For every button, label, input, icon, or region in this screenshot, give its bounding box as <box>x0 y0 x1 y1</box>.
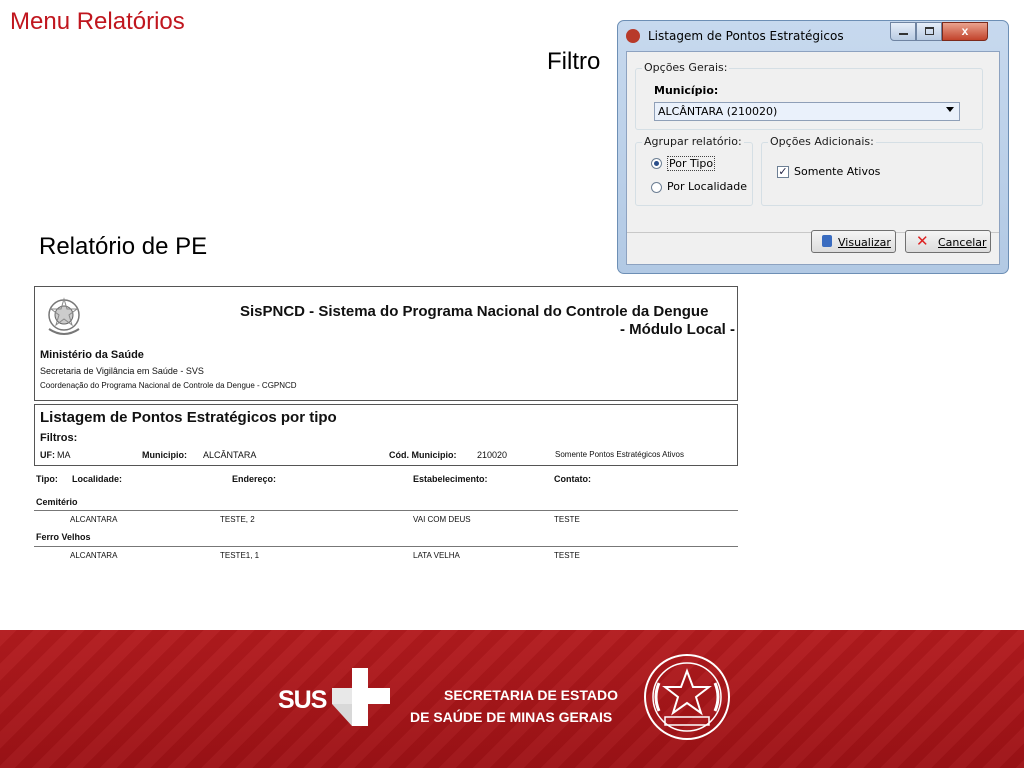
municipio-label: Município: <box>654 84 719 97</box>
secretaria-label: Secretaria de Vigilância em Saúde - SVS <box>40 366 204 376</box>
sus-cross-icon <box>332 668 390 726</box>
cod-municipio-label: Cód. Municipio: <box>389 450 457 460</box>
ministerio-label: Ministério da Saúde <box>40 349 144 361</box>
radio-por-tipo[interactable] <box>651 158 662 169</box>
relatorio-caption: Relatório de PE <box>39 233 208 260</box>
sus-logo-text: SUS <box>278 686 327 714</box>
agrupar-group: Agrupar relatório: <box>635 135 753 206</box>
group-tipo: Ferro Velhos <box>36 532 91 542</box>
radio-por-localidade-label[interactable]: Por Localidade <box>667 180 747 193</box>
app-icon <box>626 29 640 43</box>
system-title-line2: - Módulo Local - <box>620 321 735 338</box>
group-tipo: Cemitério <box>36 497 78 507</box>
agrupar-legend: Agrupar relatório: <box>642 135 744 148</box>
col-endereco: Endereço: <box>232 474 277 484</box>
table-cell-contato: TESTE <box>554 551 580 560</box>
municipio-filter-value: ALCÂNTARA <box>203 450 257 460</box>
cancelar-button[interactable]: ✕ Cancelar <box>905 230 991 253</box>
dialog-client-area: Opções Gerais: Município: ALCÂNTARA (210… <box>626 51 1000 265</box>
table-cell-endereco: TESTE, 2 <box>220 515 255 524</box>
chevron-down-icon[interactable] <box>946 107 954 112</box>
footer-banner: SUS SECRETARIA DE ESTADO DE SAÚDE DE MIN… <box>0 630 1024 768</box>
municipio-filter-label: Municipio: <box>142 450 187 460</box>
slide-title: Menu Relatórios <box>10 8 185 35</box>
somente-ativos-label[interactable]: Somente Ativos <box>794 165 880 178</box>
radio-por-tipo-label[interactable]: Por Tipo <box>667 156 716 171</box>
col-estabelecimento: Estabelecimento: <box>413 474 488 484</box>
filtros-label: Filtros: <box>40 432 78 444</box>
municipio-select[interactable]: ALCÂNTARA (210020) <box>654 102 960 121</box>
cancelar-label: Cancelar <box>938 236 987 249</box>
brazil-emblem-icon <box>48 297 80 335</box>
minimize-icon <box>899 33 908 35</box>
opcoes-adicionais-legend: Opções Adicionais: <box>768 135 876 148</box>
uf-value: MA <box>57 450 71 460</box>
dialog-titlebar[interactable]: Listagem de Pontos Estratégicos x <box>618 21 1008 51</box>
opcoes-gerais-legend: Opções Gerais: <box>642 61 730 74</box>
dialog-title: Listagem de Pontos Estratégicos <box>648 29 844 43</box>
close-button[interactable]: x <box>942 22 988 41</box>
close-icon: x <box>961 24 969 38</box>
group-divider <box>34 546 738 547</box>
maximize-icon <box>925 27 934 35</box>
somente-ativos-filter: Somente Pontos Estratégicos Ativos <box>555 450 684 459</box>
cancel-icon: ✕ <box>916 232 929 250</box>
table-cell-localidade: ALCANTARA <box>70 515 118 524</box>
radio-por-localidade[interactable] <box>651 182 662 193</box>
report-header-box: SisPNCD - Sistema do Programa Nacional d… <box>34 286 738 401</box>
col-localidade: Localidade: <box>72 474 123 484</box>
secretaria-line2: DE SAÚDE DE MINAS GERAIS <box>410 709 613 725</box>
visualizar-label: Visualizar <box>838 236 891 249</box>
maximize-button[interactable] <box>916 22 942 41</box>
table-cell-endereco: TESTE1, 1 <box>220 551 260 560</box>
coordenacao-label: Coordenação do Programa Nacional de Cont… <box>40 381 297 390</box>
secretaria-line1: SECRETARIA DE ESTADO <box>444 687 618 703</box>
group-divider <box>34 510 738 511</box>
report-filter-box: Listagem de Pontos Estratégicos por tipo… <box>34 404 738 466</box>
minas-gerais-seal-icon <box>644 654 730 740</box>
col-contato: Contato: <box>554 474 591 484</box>
table-cell-contato: TESTE <box>554 515 580 524</box>
table-cell-estabelecimento: VAI COM DEUS <box>413 515 471 524</box>
table-cell-estabelecimento: LATA VELHA <box>413 551 460 560</box>
col-tipo: Tipo: <box>36 474 58 484</box>
preview-icon <box>822 235 832 247</box>
municipio-select-value: ALCÂNTARA (210020) <box>658 105 778 118</box>
system-title-line1: SisPNCD - Sistema do Programa Nacional d… <box>240 303 709 320</box>
somente-ativos-checkbox[interactable]: ✓ <box>777 166 789 178</box>
report-preview: SisPNCD - Sistema do Programa Nacional d… <box>34 283 738 573</box>
filter-dialog: Listagem de Pontos Estratégicos x Opções… <box>617 20 1009 274</box>
report-title: Listagem de Pontos Estratégicos por tipo <box>40 409 337 426</box>
cod-municipio-value: 210020 <box>477 450 508 460</box>
uf-label: UF: <box>40 450 55 460</box>
table-cell-localidade: ALCANTARA <box>70 551 118 560</box>
filtro-caption: Filtro <box>547 48 601 75</box>
visualizar-button[interactable]: Visualizar <box>811 230 896 253</box>
minimize-button[interactable] <box>890 22 916 41</box>
